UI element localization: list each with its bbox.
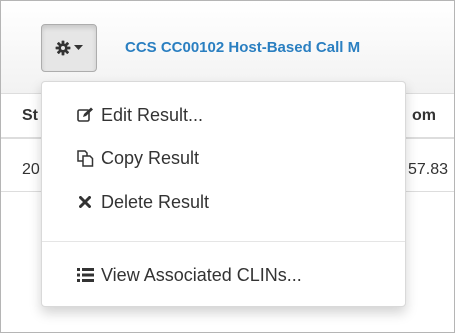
app-frame: CCS CC00102 Host-Based Call M St om 20 5… [0, 0, 455, 333]
table-cell-value: 57.83 [408, 161, 449, 178]
menu-item-edit-result[interactable]: Edit Result... [42, 98, 405, 132]
edit-icon [75, 107, 95, 123]
list-icon [75, 268, 95, 282]
menu-item-delete-result[interactable]: Delete Result [42, 185, 405, 219]
column-header-status[interactable]: St [22, 107, 38, 125]
table-cell-date: 20 [22, 161, 40, 178]
menu-item-label: View Associated CLINs... [101, 264, 302, 285]
menu-divider [42, 241, 405, 242]
actions-dropdown-menu: Edit Result... Copy Result Delete Result [41, 81, 406, 307]
column-header-from[interactable]: om [412, 107, 436, 125]
actions-dropdown-button[interactable] [41, 24, 97, 72]
close-icon [75, 196, 95, 208]
copy-icon [75, 149, 95, 167]
caret-down-icon [74, 45, 83, 51]
gear-icon [55, 40, 71, 56]
menu-item-view-associated-clins[interactable]: View Associated CLINs... [42, 258, 405, 292]
menu-item-label: Delete Result [101, 191, 210, 212]
menu-item-copy-result[interactable]: Copy Result [42, 141, 405, 175]
menu-item-label: Edit Result... [101, 104, 204, 125]
record-title-link[interactable]: CCS CC00102 Host-Based Call M [125, 39, 360, 56]
menu-item-label: Copy Result [101, 147, 200, 168]
